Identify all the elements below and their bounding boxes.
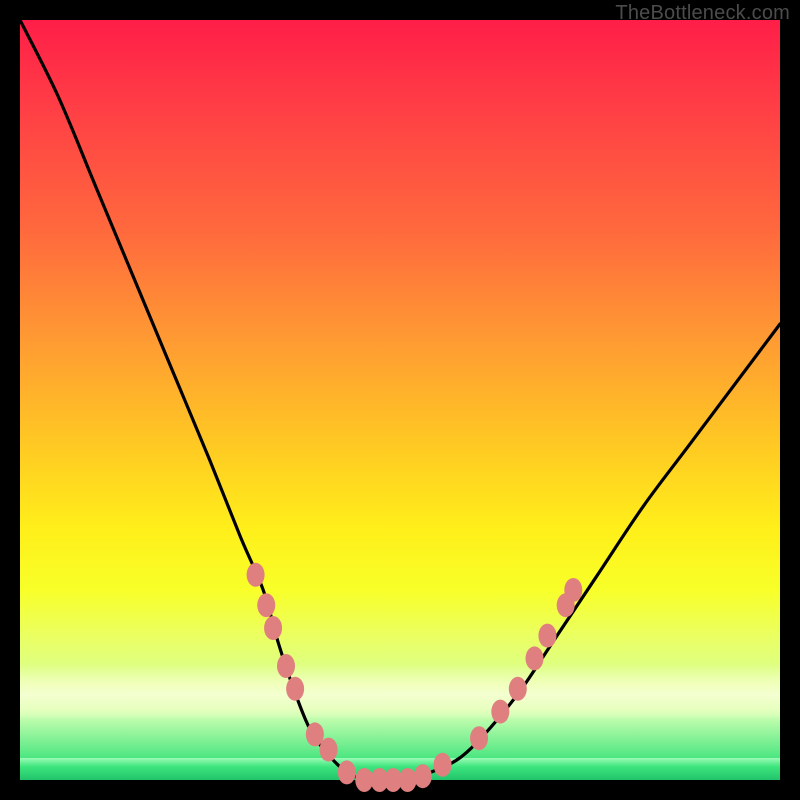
- curve-marker: [338, 760, 356, 784]
- curve-marker: [277, 654, 295, 678]
- bottleneck-curve: [20, 20, 780, 781]
- curve-marker: [491, 700, 509, 724]
- curve-marker: [526, 646, 544, 670]
- curve-marker: [434, 753, 452, 777]
- curve-marker: [470, 726, 488, 750]
- curve-marker: [538, 624, 556, 648]
- curve-markers: [247, 563, 583, 792]
- plot-area: [20, 20, 780, 780]
- curve-marker: [399, 768, 417, 792]
- curve-marker: [257, 593, 275, 617]
- curve-marker: [247, 563, 265, 587]
- curve-marker: [509, 677, 527, 701]
- curve-marker: [264, 616, 282, 640]
- curve-layer: [20, 20, 780, 780]
- curve-marker: [320, 738, 338, 762]
- watermark-text: TheBottleneck.com: [615, 2, 790, 25]
- curve-marker: [564, 578, 582, 602]
- curve-marker: [414, 764, 432, 788]
- curve-marker: [286, 677, 304, 701]
- chart-stage: TheBottleneck.com: [0, 0, 800, 800]
